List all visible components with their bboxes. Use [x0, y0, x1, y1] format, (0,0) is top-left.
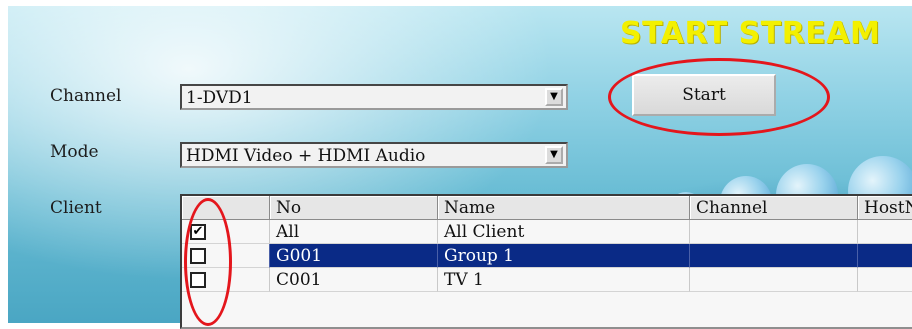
start-annotation-oval — [608, 58, 830, 136]
chevron-down-icon[interactable]: ▼ — [545, 146, 563, 164]
chevron-down-icon[interactable]: ▼ — [545, 88, 563, 106]
column-header-no[interactable]: No — [270, 196, 438, 220]
row-name: All Client — [438, 220, 690, 244]
checkbox-annotation-oval — [184, 198, 232, 326]
column-header-channel[interactable]: Channel — [690, 196, 858, 220]
row-no: All — [270, 220, 438, 244]
row-channel — [690, 220, 858, 244]
mode-select[interactable]: HDMI Video + HDMI Audio ▼ — [180, 142, 568, 168]
row-no: C001 — [270, 268, 438, 292]
column-header-host[interactable]: HostN — [858, 196, 912, 220]
channel-select[interactable]: 1-DVD1 ▼ — [180, 84, 568, 110]
table-row[interactable]: G001 Group 1 — [182, 244, 912, 268]
column-header-name[interactable]: Name — [438, 196, 690, 220]
channel-label: Channel — [50, 86, 122, 106]
channel-select-value: 1-DVD1 — [186, 88, 253, 108]
page-title: START STREAM — [620, 16, 881, 51]
row-host — [858, 268, 912, 292]
client-label: Client — [50, 198, 102, 218]
mode-select-value: HDMI Video + HDMI Audio — [186, 146, 426, 166]
row-name: TV 1 — [438, 268, 690, 292]
mode-label: Mode — [50, 142, 99, 162]
row-host — [858, 220, 912, 244]
table-row[interactable]: ✔ All All Client — [182, 220, 912, 244]
row-host — [858, 244, 912, 268]
row-name: Group 1 — [438, 244, 690, 268]
client-table[interactable]: No Name Channel HostN ✔ All All Client G… — [180, 194, 912, 329]
row-channel — [690, 268, 858, 292]
row-channel — [690, 244, 858, 268]
row-no: G001 — [270, 244, 438, 268]
table-row[interactable]: C001 TV 1 — [182, 268, 912, 292]
table-header: No Name Channel HostN — [182, 196, 912, 220]
